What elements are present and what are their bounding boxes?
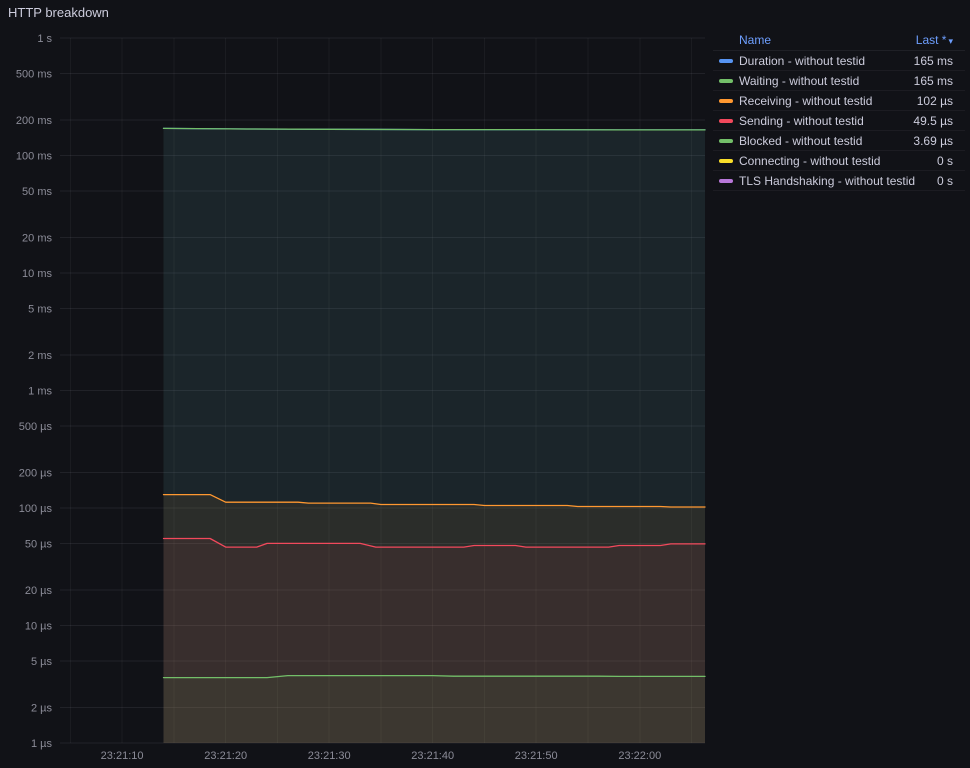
series-last-value: 49.5 µs bbox=[913, 114, 953, 128]
series-label[interactable]: TLS Handshaking - without testid bbox=[739, 174, 929, 188]
legend-col-name[interactable]: Name bbox=[739, 33, 771, 47]
series-last-value: 3.69 µs bbox=[913, 134, 953, 148]
x-axis-tick-label: 23:22:00 bbox=[618, 750, 661, 762]
legend-rows: Duration - without testid165 msWaiting -… bbox=[713, 51, 965, 191]
series-last-value: 102 µs bbox=[917, 94, 953, 108]
y-axis-tick-label: 200 ms bbox=[16, 115, 53, 127]
legend-table: Name Last *▾ Duration - without testid 16… bbox=[713, 31, 965, 191]
legend-row[interactable]: Connecting - without testid 0 s bbox=[713, 151, 965, 171]
series-last-value: 0 s bbox=[937, 154, 953, 168]
series-color-swatch bbox=[719, 159, 733, 163]
y-axis-tick-label: 5 µs bbox=[31, 656, 53, 668]
y-axis-tick-label: 500 µs bbox=[19, 421, 53, 433]
series-color-swatch bbox=[719, 179, 733, 183]
series-label[interactable]: Waiting - without testid bbox=[739, 74, 906, 88]
y-axis-tick-label: 2 ms bbox=[28, 350, 52, 362]
legend-row[interactable]: Duration - without testid 165 ms bbox=[713, 51, 965, 71]
legend-col-last-label: Last * bbox=[916, 33, 947, 47]
series-label[interactable]: Duration - without testid bbox=[739, 54, 906, 68]
series-color-swatch bbox=[719, 59, 733, 63]
y-axis-tick-label: 100 µs bbox=[19, 503, 53, 515]
series-fill-blocked-without-testid bbox=[164, 676, 706, 743]
legend-row[interactable]: Receiving - without testid 102 µs bbox=[713, 91, 965, 111]
y-axis-tick-label: 50 µs bbox=[25, 538, 53, 550]
series-color-swatch bbox=[719, 119, 733, 123]
legend-row[interactable]: Waiting - without testid 165 ms bbox=[713, 71, 965, 91]
x-axis-tick-label: 23:21:10 bbox=[101, 750, 144, 762]
series-label[interactable]: Blocked - without testid bbox=[739, 134, 905, 148]
legend-row[interactable]: Blocked - without testid 3.69 µs bbox=[713, 131, 965, 151]
legend-header: Name Last *▾ bbox=[713, 31, 965, 51]
y-axis-tick-label: 50 ms bbox=[22, 186, 52, 198]
series-color-swatch bbox=[719, 139, 733, 143]
chart-plot-area[interactable]: 1 s 500 ms 200 ms 100 ms 50 ms 20 ms 10 ms 5 ms… bbox=[0, 0, 710, 768]
y-axis-tick-label: 100 ms bbox=[16, 151, 53, 163]
y-axis-tick-label: 1 ms bbox=[28, 386, 52, 398]
series-color-swatch bbox=[719, 99, 733, 103]
y-axis-tick-label: 5 ms bbox=[28, 303, 52, 315]
y-axis-tick-label: 10 ms bbox=[22, 268, 52, 280]
series-label[interactable]: Sending - without testid bbox=[739, 114, 905, 128]
y-axis-tick-label: 1 µs bbox=[31, 738, 53, 750]
series-color-swatch bbox=[719, 79, 733, 83]
sort-caret-icon: ▾ bbox=[948, 36, 953, 46]
y-axis-tick-label: 1 s bbox=[37, 33, 52, 45]
y-axis-tick-label: 20 µs bbox=[25, 585, 53, 597]
series-label[interactable]: Receiving - without testid bbox=[739, 94, 909, 108]
legend-row[interactable]: TLS Handshaking - without testid 0 s bbox=[713, 171, 965, 191]
y-axis-tick-label: 500 ms bbox=[16, 68, 53, 80]
y-axis-tick-label: 10 µs bbox=[25, 621, 53, 633]
series-last-value: 0 s bbox=[937, 174, 953, 188]
x-axis-tick-label: 23:21:40 bbox=[411, 750, 454, 762]
y-axis-tick-label: 200 µs bbox=[19, 468, 53, 480]
x-axis-tick-label: 23:21:20 bbox=[204, 750, 247, 762]
series-label[interactable]: Connecting - without testid bbox=[739, 154, 929, 168]
timeseries-chart: 1 s 500 ms 200 ms 100 ms 50 ms 20 ms 10 ms 5 ms… bbox=[0, 0, 710, 768]
series-last-value: 165 ms bbox=[914, 74, 953, 88]
legend-col-last[interactable]: Last *▾ bbox=[916, 33, 953, 47]
series-last-value: 165 ms bbox=[914, 54, 953, 68]
y-axis-tick-label: 20 ms bbox=[22, 233, 52, 245]
y-axis-tick-label: 2 µs bbox=[31, 703, 53, 715]
x-axis-tick-label: 23:21:30 bbox=[308, 750, 351, 762]
panel-http-breakdown: HTTP breakdown 1 s500 ms200 ms100 ms50 m… bbox=[0, 0, 970, 768]
legend-row[interactable]: Sending - without testid 49.5 µs bbox=[713, 111, 965, 131]
x-axis-tick-label: 23:21:50 bbox=[515, 750, 558, 762]
